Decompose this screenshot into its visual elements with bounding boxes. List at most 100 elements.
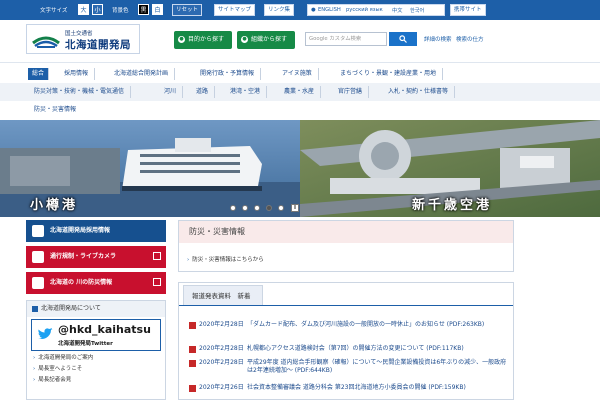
slider-dot-4[interactable] [266,205,272,211]
logo-ministry-text: 国土交通省 [65,31,93,37]
twitter-bird-icon [38,328,53,339]
news-title[interactable]: 札幌都心アクセス道路検討会（第7回）の開催方法の変更について (PDF:117K… [247,345,509,353]
search-usage-link[interactable]: 検索の仕方 [456,35,484,43]
slider-dot-1[interactable] [230,205,236,211]
nav-row-3: 防災・災害情報 [0,101,600,119]
news-date: 2020年2月28日 [199,359,244,366]
nav-item-disaster-tech[interactable]: 防災対策・技術・機械・電気通信 [34,86,132,98]
disaster-info-link[interactable]: 防災・災害情報はこちらから [187,255,264,263]
slider-pause-button[interactable]: Ⅱ [291,204,299,212]
slider-dot-2[interactable] [242,205,248,211]
news-date: 2020年2月28日 [199,345,244,352]
news-title[interactable]: 社会資本整備審議会 道路分科会 第23回北海道地方小委員会の開催 (PDF:15… [247,384,509,392]
nav-item-general[interactable]: 総合 [28,68,50,80]
globe-icon: ● [311,7,316,13]
lang-chinese-link[interactable]: 中文 [392,7,402,14]
mlit-logo-icon [32,36,60,48]
pdf-icon [189,346,196,353]
twitter-handle: @hkd_kaihatsu [58,323,151,336]
nav-item-government-buildings[interactable]: 官庁営繕 [338,86,370,98]
lang-korean-link[interactable]: 한국어 [410,7,424,14]
about-link-press-conference[interactable]: 局長記者会見 [33,375,71,383]
font-size-large-button[interactable]: 大 [78,4,89,15]
nav-item-recruit[interactable]: 採用情報 [64,68,96,80]
mobile-site-label: 携帯サイト [454,7,482,13]
search-icon: ● [241,36,248,43]
search-submit-button[interactable] [389,32,417,46]
news-date: 2020年2月28日 [199,321,244,328]
nav-item-port-airport[interactable]: 港湾・空港 [230,86,268,98]
nav-row-1: 総合 採用情報 北海道総合開発計画 開発行政・予算情報 アイヌ施策 まちづくり・… [0,65,600,83]
building-icon [32,225,44,237]
nav-item-bidding[interactable]: 入札・契約・仕様書等 [388,86,456,98]
search-icon: ● [178,36,185,43]
news-title[interactable]: 平成29年度 道内総合手形観察（確報）について～民間企業設備投資は6年ぶりの減少… [247,359,509,375]
font-size-label: 文字サイズ [40,8,68,14]
pdf-icon [189,322,196,329]
nav-item-river[interactable]: 河川 [164,86,184,98]
hero-banner[interactable]: 小樽港 新千歳空港 [0,120,600,217]
purpose-search-label: 目的から探す [188,36,225,43]
nav-item-town-planning[interactable]: まちづくり・景観・建設産業・用地 [340,68,444,80]
sitemap-button[interactable]: サイトマップ [214,4,256,16]
search-input[interactable]: Google カスタム検索 [305,32,387,46]
external-link-icon [153,278,161,286]
bg-white-button[interactable]: 白 [152,4,163,15]
external-link-icon [153,252,161,260]
nav-item-disaster-info[interactable]: 防災・災害情報 [34,104,82,116]
search-detail-link[interactable]: 詳細の検索 [424,35,452,43]
mobile-site-button[interactable]: 携帯サイト [450,4,486,16]
river-info-label: 北海道の 川の防災情報 [50,279,113,286]
global-nav: 総合 採用情報 北海道総合開発計画 開発行政・予算情報 アイヌ施策 まちづくり・… [0,62,600,120]
about-link-director[interactable]: 局長室へようこそ [33,364,82,372]
utility-bar: 文字サイズ 大 小 背景色 黒 白 リセット サイトマップ リンク集 ● ENG… [0,0,600,20]
about-heading: 北海道開発局について [27,301,165,317]
traffic-icon [32,251,44,263]
news-date: 2020年2月26日 [199,384,244,391]
about-box: 北海道開発局について @hkd_kaihatsu 北海道開発局Twitter 北… [26,300,166,400]
purpose-search-button[interactable]: ● 目的から探す [174,31,232,49]
links-label: リンク集 [268,7,291,13]
org-search-button[interactable]: ● 組織から探す [237,31,295,49]
language-switcher: ● ENGLISH русский язык 中文 한국어 [307,4,445,16]
nav-item-development-plan[interactable]: 北海道総合開発計画 [114,68,176,80]
site-header: 国土交通省 北海道開発局 ● 目的から探す ● 組織から探す Google カス… [0,20,600,60]
font-size-small-button[interactable]: 小 [92,4,103,15]
river-icon [32,277,44,289]
slider-dot-5[interactable] [278,205,284,211]
magnifier-icon [399,35,407,43]
nav-item-road[interactable]: 道路 [196,86,216,98]
hero-caption-otaru: 小樽港 [30,198,79,213]
reset-button[interactable]: リセット [172,4,203,16]
recruit-banner[interactable]: 北海道開発局採用情報 [26,220,166,242]
slider-dot-3[interactable] [254,205,260,211]
twitter-banner[interactable]: @hkd_kaihatsu 北海道開発局Twitter [31,319,161,351]
hero-photo [0,120,600,217]
nav-item-budget[interactable]: 開発行政・予算情報 [200,68,262,80]
twitter-subtitle: 北海道開発局Twitter [58,341,113,347]
road-info-label: 通行規制・ライブカメラ [50,253,117,260]
lang-english-link[interactable]: ENGLISH [318,7,341,13]
nav-row-2: 防災対策・技術・機械・電気通信 河川 道路 港湾・空港 農業・水産 官庁営繕 入… [0,83,600,101]
road-info-banner[interactable]: 通行規制・ライブカメラ [26,246,166,268]
bg-black-button[interactable]: 黒 [138,4,149,15]
pdf-icon [189,385,196,392]
site-logo[interactable]: 国土交通省 北海道開発局 [26,24,140,54]
lang-russian-link[interactable]: русский язык [346,7,383,13]
nav-item-agriculture[interactable]: 農業・水産 [284,86,322,98]
disaster-heading: 防災・災害情報 [179,221,513,243]
recruit-label: 北海道開発局採用情報 [50,227,111,234]
links-button[interactable]: リンク集 [264,4,295,16]
about-link-guide[interactable]: 北海道開発局のご案内 [33,353,93,361]
river-info-banner[interactable]: 北海道の 川の防災情報 [26,272,166,294]
news-tab-underline [179,305,513,306]
logo-bureau-text: 北海道開発局 [65,39,131,51]
news-panel: 報道発表資料 新着 2020年2月28日 「ダムカード配布、ダム及び河川施設の一… [178,282,514,400]
org-search-label: 組織から探す [251,36,288,43]
nav-item-ainu[interactable]: アイヌ施策 [282,68,319,80]
disaster-info-panel: 防災・災害情報 防災・災害情報はこちらから [178,220,514,272]
news-tab[interactable]: 報道発表資料 新着 [183,285,263,305]
news-title[interactable]: 「ダムカード配布、ダム及び河川施設の一般開放の一時休止」のお知らせ (PDF:2… [247,321,509,329]
pdf-icon [189,360,196,367]
hero-caption-chitose: 新千歳空港 [412,198,493,213]
